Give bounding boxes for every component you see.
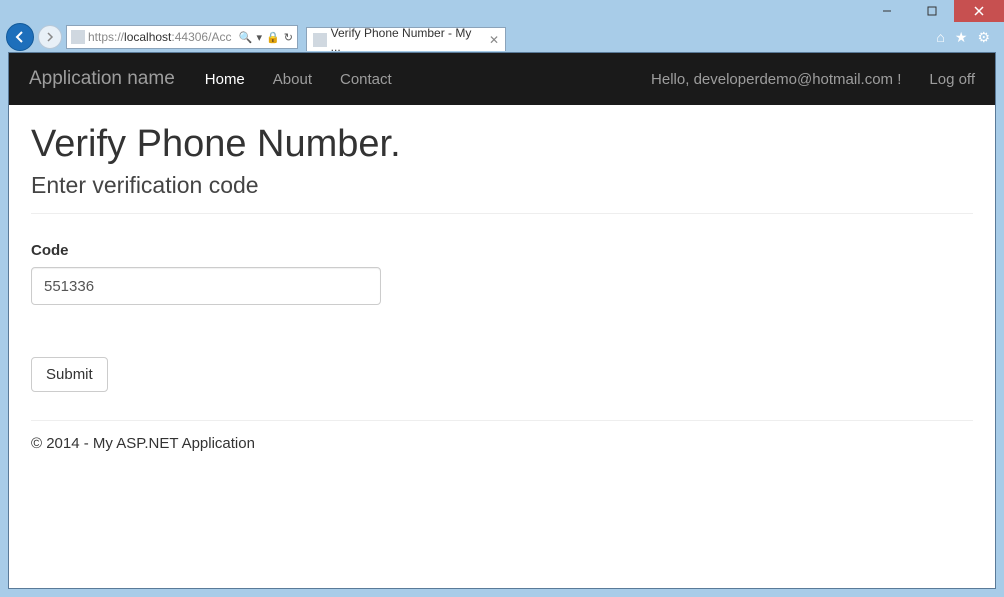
browser-chrome: https://localhost:44306/Acc 🔍 ▾ 🔒 ↻ Veri… — [0, 22, 1004, 52]
code-group: Code — [31, 242, 973, 305]
tab-title: Verify Phone Number - My ... — [331, 26, 481, 54]
search-icon[interactable]: 🔍 — [239, 31, 253, 44]
settings-gear-icon[interactable]: ⚙ — [977, 29, 990, 46]
favicon-icon — [71, 30, 85, 44]
page-subtitle: Enter verification code — [31, 172, 973, 199]
window-titlebar — [0, 0, 1004, 22]
maximize-button[interactable] — [909, 0, 954, 22]
home-icon[interactable]: ⌂ — [936, 29, 944, 46]
nav-home[interactable]: Home — [205, 71, 245, 88]
close-button[interactable] — [954, 0, 1004, 22]
nav-greeting[interactable]: Hello, developerdemo@hotmail.com ! — [651, 71, 901, 88]
url-text: https://localhost:44306/Acc — [88, 30, 236, 44]
code-input[interactable] — [31, 267, 381, 305]
app-navbar: Application name Home About Contact Hell… — [9, 53, 995, 105]
nav-logoff[interactable]: Log off — [929, 71, 975, 88]
favorites-icon[interactable]: ★ — [955, 29, 968, 46]
footer-text: © 2014 - My ASP.NET Application — [31, 435, 973, 452]
tab-strip: Verify Phone Number - My ... ✕ — [306, 23, 506, 51]
browser-viewport: Application name Home About Contact Hell… — [8, 52, 996, 589]
forward-button[interactable] — [38, 25, 62, 49]
refresh-icon[interactable]: ↻ — [284, 31, 293, 44]
brand-link[interactable]: Application name — [29, 68, 175, 90]
page-title: Verify Phone Number. — [31, 123, 973, 166]
page-body: Verify Phone Number. Enter verification … — [9, 105, 995, 470]
dropdown-icon[interactable]: ▾ — [257, 31, 263, 44]
back-button[interactable] — [6, 23, 34, 51]
minimize-button[interactable] — [864, 0, 909, 22]
address-bar[interactable]: https://localhost:44306/Acc 🔍 ▾ 🔒 ↻ — [66, 25, 298, 49]
code-label: Code — [31, 242, 973, 259]
submit-button[interactable]: Submit — [31, 357, 108, 392]
nav-about[interactable]: About — [273, 71, 312, 88]
divider — [31, 213, 973, 214]
footer-divider — [31, 420, 973, 421]
nav-contact[interactable]: Contact — [340, 71, 392, 88]
browser-tools: ⌂ ★ ⚙ — [936, 29, 998, 46]
tab-close-icon[interactable]: ✕ — [489, 33, 499, 47]
tab-favicon-icon — [313, 33, 327, 47]
browser-tab[interactable]: Verify Phone Number - My ... ✕ — [306, 27, 506, 51]
lock-icon: 🔒 — [266, 31, 280, 44]
